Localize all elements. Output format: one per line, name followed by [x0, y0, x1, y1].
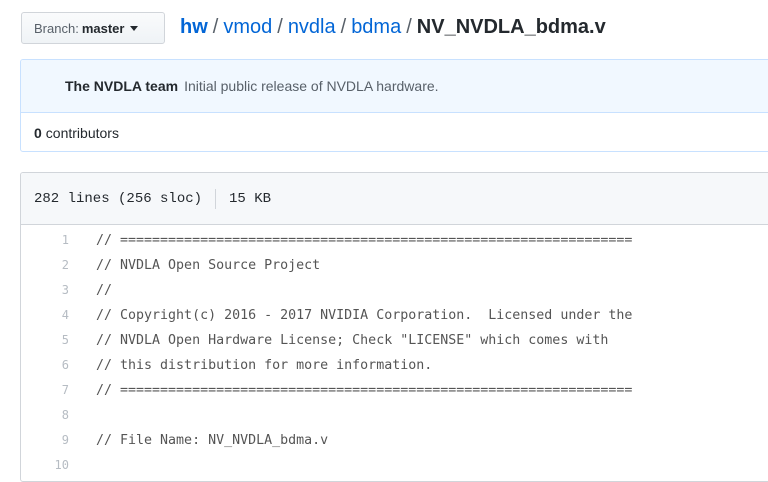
file-line-count: 282 lines (256 sloc)	[34, 190, 203, 207]
line-code: // File Name: NV_NVDLA_bdma.v	[96, 433, 329, 448]
breadcrumb-separator: /	[277, 16, 283, 38]
breadcrumb-separator: /	[406, 16, 412, 38]
breadcrumb-file-name: NV_NVDLA_bdma.v	[416, 16, 606, 38]
code-line: 8	[21, 403, 768, 428]
line-number[interactable]: 8	[21, 403, 69, 428]
breadcrumb-root-link[interactable]: hw	[180, 16, 208, 38]
line-number[interactable]: 9	[21, 428, 69, 453]
code-line: 3 //	[21, 278, 768, 303]
branch-label: Branch:	[34, 20, 79, 36]
branch-select-button[interactable]: Branch: master	[21, 12, 165, 44]
contributors-count: 0	[34, 124, 42, 141]
code-blob: 1 // ====================================…	[21, 225, 768, 478]
line-number[interactable]: 7	[21, 378, 69, 403]
line-code: // NVDLA Open Source Project	[96, 258, 321, 273]
file-header: 282 lines (256 sloc) 15 KB	[21, 173, 768, 225]
contributors-label: contributors	[45, 124, 119, 141]
line-number[interactable]: 2	[21, 253, 69, 278]
line-number[interactable]: 1	[21, 228, 69, 253]
code-line: 9 // File Name: NV_NVDLA_bdma.v	[21, 428, 768, 453]
breadcrumb-dir-vmod[interactable]: vmod	[223, 16, 272, 38]
code-line: 4 // Copyright(c) 2016 - 2017 NVIDIA Corp…	[21, 303, 768, 328]
breadcrumb-separator: /	[340, 16, 347, 38]
line-number[interactable]: 6	[21, 353, 69, 378]
breadcrumb-separator: /	[212, 16, 219, 38]
code-line: 6 // this distribution for more informati…	[21, 353, 768, 378]
chevron-down-icon	[130, 25, 139, 31]
breadcrumb-dir-bdma[interactable]: bdma	[351, 16, 401, 38]
line-code: // NVDLA Open Hardware License; Check "L…	[96, 333, 609, 348]
line-number[interactable]: 3	[21, 278, 69, 303]
code-line: 1 // ====================================…	[21, 228, 768, 253]
commit-author-link[interactable]: The NVDLA team	[65, 78, 178, 94]
branch-name: master	[81, 20, 125, 36]
code-line: 5 // NVDLA Open Hardware License; Check "…	[21, 328, 768, 353]
breadcrumb: hw / vmod / nvdla / bdma / NV_NVDLA_bdma.v	[180, 14, 606, 40]
commit-message-link[interactable]: Initial public release of NVDLA hardware…	[184, 78, 438, 94]
file-info-divider	[215, 188, 217, 209]
line-code: //	[96, 283, 113, 298]
breadcrumb-dir-nvdla[interactable]: nvdla	[288, 16, 336, 38]
code-line: 7 // ====================================…	[21, 378, 768, 403]
line-number[interactable]: 4	[21, 303, 69, 328]
latest-commit: The NVDLA team Initial public release of…	[21, 60, 768, 113]
file-viewer: 282 lines (256 sloc) 15 KB 1 // =========…	[20, 172, 768, 482]
file-size: 15 KB	[229, 190, 272, 207]
line-code: // this distribution for more informatio…	[96, 358, 433, 373]
code-line: 2 // NVDLA Open Source Project	[21, 253, 768, 278]
line-code: // =====================================…	[96, 383, 633, 398]
line-number[interactable]: 5	[21, 328, 69, 353]
line-code: // =====================================…	[96, 233, 633, 248]
contributors-summary: 0 contributors	[21, 113, 768, 151]
line-code: // Copyright(c) 2016 - 2017 NVIDIA Corpo…	[96, 308, 633, 323]
commit-info-box: The NVDLA team Initial public release of…	[20, 59, 768, 152]
